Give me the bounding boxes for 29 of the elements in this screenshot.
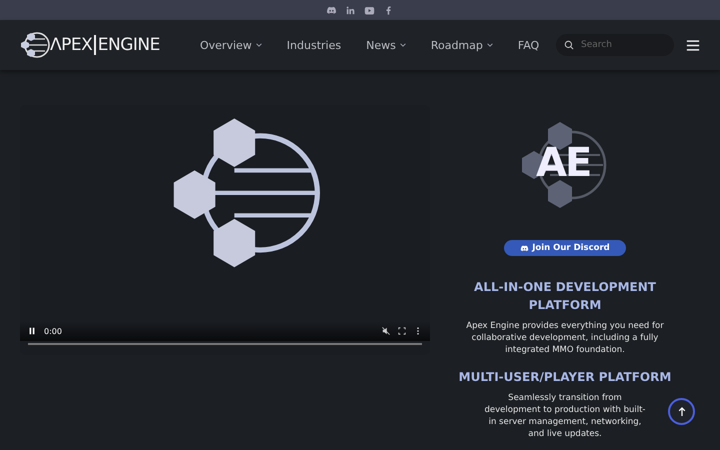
scroll-to-top-button[interactable] bbox=[668, 398, 695, 425]
logo-text[interactable]: ΛPEX bbox=[50, 35, 92, 55]
search-field[interactable]: Search bbox=[556, 34, 674, 56]
search-icon bbox=[564, 40, 574, 50]
section-heading: ALL-IN-ONE DEVELOPMENT PLATFORM bbox=[473, 279, 657, 314]
nav-link[interactable]: Roadmap bbox=[430, 38, 493, 52]
arrow-up-icon bbox=[678, 406, 686, 416]
fullscreen-icon[interactable] bbox=[398, 327, 406, 335]
search-input[interactable]: Search bbox=[579, 39, 663, 51]
pause-icon[interactable] bbox=[28, 327, 36, 335]
hexagon-logo-icon bbox=[20, 30, 50, 60]
video-time: 0:00 bbox=[44, 326, 62, 336]
discord-icon[interactable] bbox=[326, 4, 337, 16]
nav-link[interactable]: Industries bbox=[286, 38, 342, 52]
linkedin-icon[interactable] bbox=[345, 4, 356, 16]
nav-link[interactable]: Overview bbox=[200, 38, 262, 52]
join-discord-button[interactable]: Join Our Discord bbox=[504, 240, 626, 256]
youtube-icon[interactable] bbox=[364, 4, 375, 16]
nav-link[interactable]: FAQ bbox=[518, 38, 540, 52]
emblem-letters: AE bbox=[536, 140, 590, 186]
discord-icon bbox=[520, 244, 530, 252]
muted-speaker-icon[interactable] bbox=[382, 327, 390, 335]
section-heading: MULTI-USER/PLAYER PLATFORM bbox=[458, 369, 672, 386]
section-text: Seamlessly transition from development to production with built-in server management, networking, and live updates. bbox=[484, 392, 646, 440]
more-options-icon[interactable] bbox=[414, 327, 422, 335]
logo-text[interactable]: ENGINE bbox=[98, 35, 160, 55]
nav-link[interactable]: News bbox=[366, 38, 406, 52]
menu-icon[interactable] bbox=[686, 40, 700, 50]
section-text: Apex Engine provides everything you need for collaborative development, including a fully integrated MMO foundation. bbox=[465, 320, 665, 356]
